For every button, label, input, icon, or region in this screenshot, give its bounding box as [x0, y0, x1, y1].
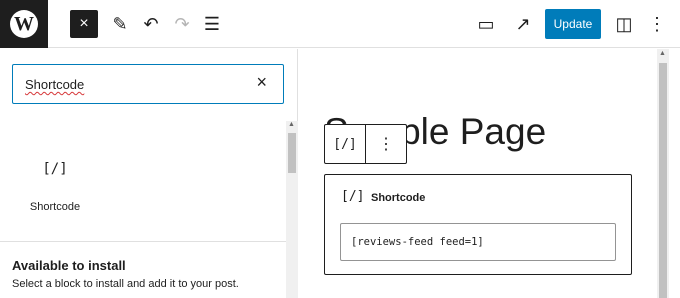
- install-description: Select a block to install and add it to …: [12, 278, 239, 290]
- block-options-button[interactable]: ⋮: [366, 125, 406, 163]
- block-item-label: Shortcode: [29, 201, 81, 213]
- scroll-up-arrow-icon[interactable]: ▲: [659, 50, 666, 57]
- close-inserter-button[interactable]: ×: [70, 10, 98, 38]
- shortcode-icon: [/]: [333, 136, 357, 152]
- scroll-up-arrow-icon[interactable]: ▲: [288, 121, 295, 128]
- list-view-button[interactable]: ☰: [198, 10, 226, 38]
- scrollbar-thumb[interactable]: [659, 63, 667, 298]
- block-inserter-panel: Shortcode × [/] Shortcode ▲ Available to…: [0, 49, 298, 298]
- shortcode-icon: [/]: [42, 161, 68, 177]
- scrollbar-thumb[interactable]: [288, 133, 296, 173]
- preview-button[interactable]: ▭: [472, 10, 500, 38]
- editor-canvas: Sample Page [/] ⋮ [/] Shortcode [reviews…: [299, 49, 657, 298]
- shortcode-icon: [/]: [341, 189, 365, 204]
- redo-icon: ↷: [174, 13, 190, 34]
- redo-button[interactable]: ↷: [168, 10, 196, 38]
- block-type-button[interactable]: [/]: [325, 125, 366, 163]
- shortcode-input-value: [reviews-feed feed=1]: [351, 236, 484, 248]
- more-vertical-icon: ⋮: [378, 136, 394, 153]
- shortcode-block-label: Shortcode: [371, 192, 426, 204]
- tools-button[interactable]: ✎: [106, 10, 134, 38]
- sidebar-icon: ◫: [615, 13, 633, 34]
- undo-icon: ↶: [143, 13, 159, 34]
- view-page-button[interactable]: ↗: [509, 10, 537, 38]
- update-button[interactable]: Update: [545, 9, 601, 39]
- options-button[interactable]: ⋮: [643, 10, 671, 38]
- search-value: Shortcode: [25, 77, 85, 92]
- search-results: [/] Shortcode: [0, 121, 286, 241]
- wordpress-logo-button[interactable]: W: [0, 0, 48, 48]
- block-toolbar: [/] ⋮: [324, 124, 407, 164]
- block-item-shortcode[interactable]: [/] Shortcode: [12, 121, 98, 233]
- shortcode-input[interactable]: [reviews-feed feed=1]: [340, 223, 616, 261]
- available-to-install-section: Available to install Select a block to i…: [0, 241, 286, 298]
- undo-button[interactable]: ↶: [137, 10, 165, 38]
- editor-scrollbar[interactable]: ▲: [657, 49, 669, 298]
- settings-button[interactable]: ◫: [610, 10, 638, 38]
- shortcode-block[interactable]: [/] Shortcode [reviews-feed feed=1]: [324, 174, 632, 275]
- editor-header: W × ✎ ↶ ↷ ☰ ▭ ↗ Update ◫ ⋮: [0, 0, 680, 48]
- list-view-icon: ☰: [203, 13, 221, 34]
- block-search-input[interactable]: Shortcode ×: [12, 64, 284, 104]
- clear-search-icon[interactable]: ×: [256, 72, 267, 93]
- inserter-scrollbar[interactable]: ▲: [286, 121, 298, 298]
- laptop-icon: ▭: [477, 13, 495, 34]
- external-link-icon: ↗: [515, 13, 531, 34]
- pencil-icon: ✎: [112, 13, 128, 34]
- close-icon: ×: [79, 15, 89, 32]
- install-heading: Available to install: [12, 258, 126, 273]
- more-vertical-icon: ⋮: [648, 13, 666, 34]
- wordpress-logo-icon: W: [10, 10, 38, 38]
